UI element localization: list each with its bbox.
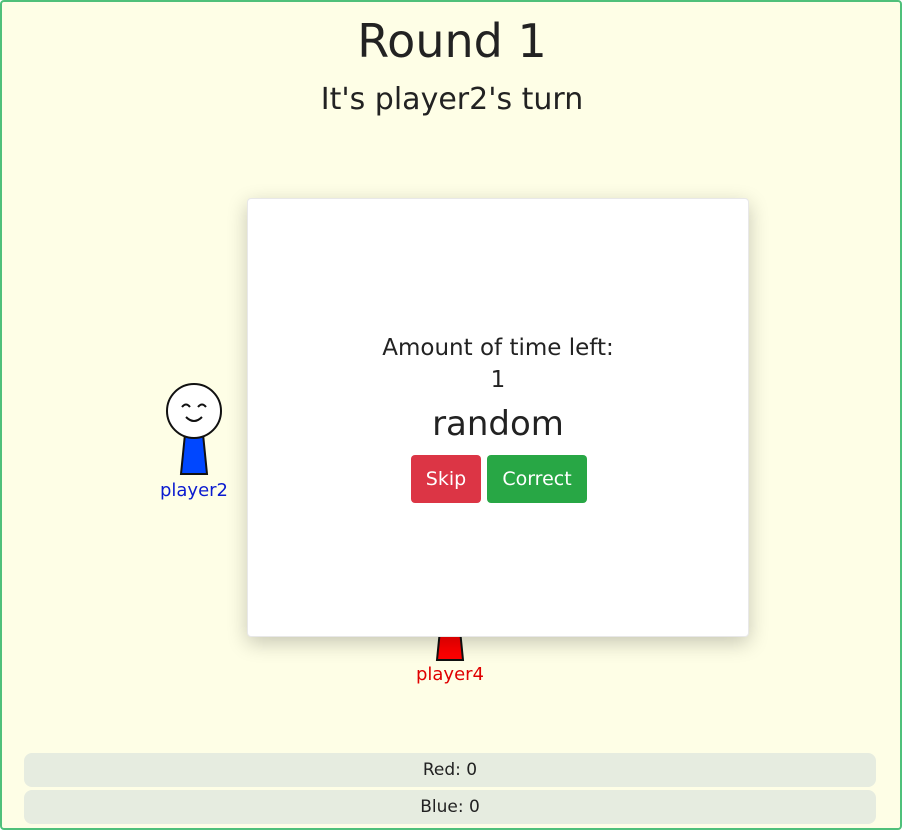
timer-value: 1 (490, 367, 506, 393)
skip-button[interactable]: Skip (411, 455, 481, 503)
player2-name: player2 (159, 480, 229, 501)
round-title: Round 1 (357, 14, 547, 68)
current-word: random (432, 404, 564, 444)
player4-name: player4 (415, 664, 485, 685)
modal-actions: Skip Correct (411, 455, 587, 503)
score-blue: Blue: 0 (24, 790, 876, 824)
turn-indicator: It's player2's turn (320, 82, 584, 117)
correct-button[interactable]: Correct (487, 455, 587, 503)
timer-label: Amount of time left: (382, 335, 614, 361)
game-frame: Round 1 It's player2's turn player2 play… (0, 0, 902, 830)
player-avatar-player2: player2 (134, 382, 254, 501)
turn-modal: Amount of time left: 1 random Skip Corre… (247, 198, 749, 637)
player2-figure-icon (166, 383, 222, 475)
score-red: Red: 0 (24, 753, 876, 787)
